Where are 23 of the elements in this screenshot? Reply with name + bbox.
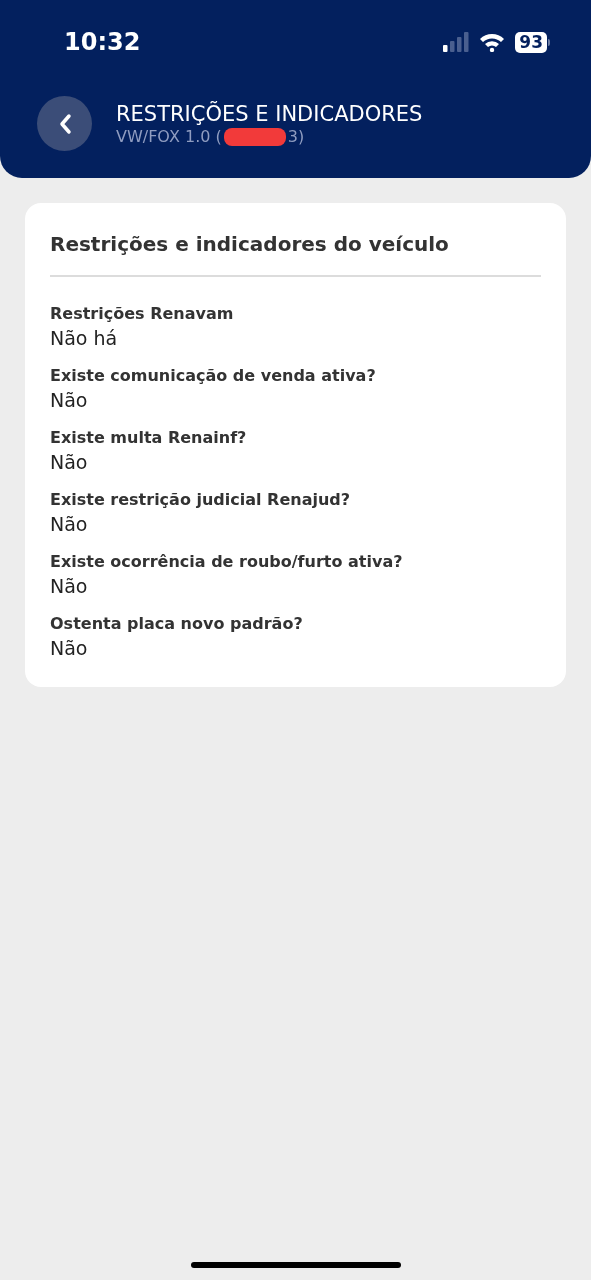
status-time: 10:32 [64, 27, 141, 58]
field-value: Não [50, 636, 89, 661]
field-label: Existe ocorrência de roubo/furto ativa? [50, 551, 404, 573]
field-label: Restrições Renavam [50, 303, 235, 325]
card-title: Restrições e indicadores do veículo [50, 229, 541, 277]
vehicle-subtitle: 3) [287, 126, 305, 147]
screen-title: RESTRIÇÕES E INDICADORES [116, 100, 423, 127]
field-value: Não há [50, 326, 119, 351]
chevron-left-icon [57, 112, 72, 135]
signal-icon [443, 32, 470, 52]
wifi-icon [479, 32, 506, 52]
field-value: Não [50, 450, 89, 475]
field-label: Existe multa Renainf? [50, 427, 248, 449]
back-button[interactable] [37, 96, 92, 151]
redaction-mark [223, 127, 286, 146]
field-value: Não [50, 512, 89, 537]
field-label: Existe comunicação de venda ativa? [50, 365, 377, 387]
field-label: Ostenta placa novo padrão? [50, 613, 304, 635]
field-value: Não [50, 574, 89, 599]
field-value: Não [50, 388, 89, 413]
vehicle-subtitle: VW/FOX 1.0 ( [116, 126, 222, 147]
battery-icon: 93 [515, 31, 550, 53]
field-label: Existe restrição judicial Renajud? [50, 489, 352, 511]
